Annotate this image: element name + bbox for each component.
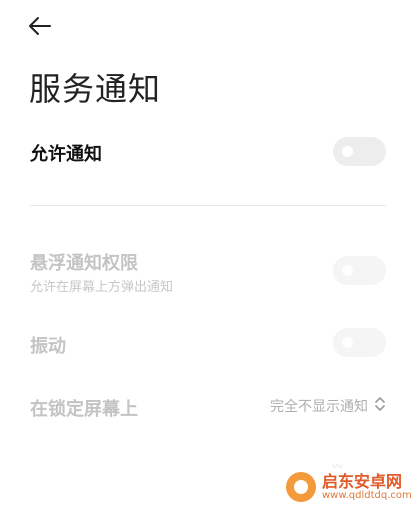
watermark-url: www.qdldtdq.com	[322, 490, 412, 502]
section-divider	[30, 205, 386, 206]
floating-permission-label: 悬浮通知权限	[30, 253, 138, 274]
watermark-text: 启东安卓网 www.qdldtdq.com	[322, 473, 412, 502]
floating-permission-sublabel: 允许在屏幕上方弹出通知	[30, 280, 174, 295]
lock-screen-value: 完全不显示通知	[270, 399, 368, 415]
vibration-toggle[interactable]	[333, 328, 386, 357]
lock-screen-select[interactable]: 完全不显示通知	[270, 395, 386, 417]
brand-logo-icon	[286, 472, 316, 502]
chevron-updown-icon	[374, 395, 386, 417]
arrow-left-icon	[28, 16, 52, 40]
watermark-name: 启东安卓网	[322, 471, 403, 491]
notification-settings-page: 服务通知 允许通知 悬浮通知权限 允许在屏幕上方弹出通知 振动 在锁定屏幕上 完…	[0, 0, 416, 515]
allow-notifications-label: 允许通知	[30, 144, 102, 165]
toggle-knob	[342, 265, 353, 276]
toggle-knob	[342, 146, 353, 157]
allow-notifications-toggle[interactable]	[333, 137, 386, 166]
back-button[interactable]	[28, 14, 60, 42]
watermark: 启东安卓网 www.qdldtdq.com	[286, 472, 412, 502]
vibration-label: 振动	[30, 336, 66, 357]
page-title: 服务通知	[29, 70, 162, 108]
lock-screen-label: 在锁定屏幕上	[30, 399, 138, 420]
toggle-knob	[342, 337, 353, 348]
floating-permission-toggle[interactable]	[333, 256, 386, 285]
